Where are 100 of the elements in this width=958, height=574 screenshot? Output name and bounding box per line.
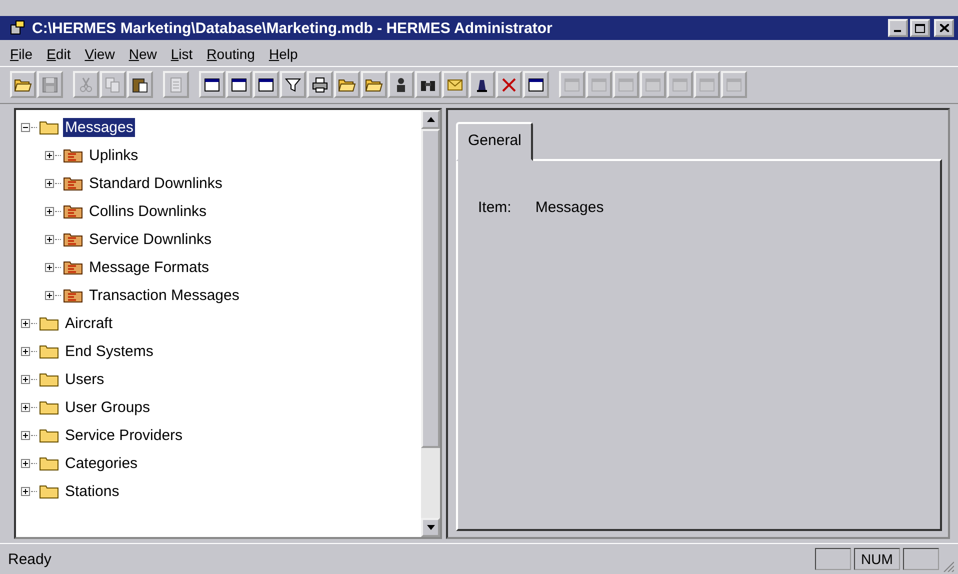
window-icon	[672, 76, 688, 92]
tree-item[interactable]: Service Downlinks	[87, 230, 214, 248]
expand-toggle[interactable]	[20, 402, 31, 412]
folder-icon	[14, 76, 32, 92]
status-indicator: NUM	[854, 548, 900, 570]
scroll-down-button[interactable]	[421, 518, 440, 537]
maximize-button[interactable]	[910, 19, 930, 37]
expand-toggle[interactable]	[20, 318, 31, 328]
resize-grip-icon	[942, 560, 954, 572]
window-icon	[645, 76, 661, 92]
folder-icon	[39, 455, 59, 471]
expand-toggle[interactable]	[44, 234, 55, 244]
copy-icon	[105, 76, 121, 92]
envelope-icon	[447, 78, 463, 92]
folder-icon	[39, 427, 59, 443]
expand-toggle[interactable]	[44, 206, 55, 216]
toolbar-button[interactable]	[226, 71, 252, 98]
toolbar-button[interactable]	[415, 71, 441, 98]
expand-toggle[interactable]	[44, 290, 55, 300]
toolbar-button[interactable]	[10, 71, 36, 98]
toolbar-button[interactable]	[280, 71, 306, 98]
folder-icon	[365, 76, 383, 92]
toolbar-button[interactable]	[334, 71, 360, 98]
window-icon	[258, 76, 274, 92]
field-value: Messages	[535, 199, 604, 216]
window-icon	[699, 76, 715, 92]
tree-item[interactable]: Users	[63, 370, 106, 388]
tab[interactable]: General	[456, 122, 534, 161]
down-arrow-icon	[426, 525, 434, 530]
document-folder-icon	[63, 259, 83, 275]
toolbar-button[interactable]	[361, 71, 387, 98]
document-folder-icon	[63, 203, 83, 219]
expand-toggle[interactable]	[20, 374, 31, 384]
tree-item[interactable]: Collins Downlinks	[87, 202, 209, 220]
menu-item[interactable]: New	[128, 46, 157, 62]
document-folder-icon	[63, 287, 83, 303]
tree-item[interactable]: End Systems	[63, 342, 156, 360]
scrollbar[interactable]	[421, 110, 440, 537]
expand-toggle[interactable]	[20, 122, 31, 132]
window-icon	[528, 76, 544, 92]
window-icon	[726, 76, 742, 92]
document-folder-icon	[63, 175, 83, 191]
window-icon	[204, 76, 220, 92]
expand-toggle[interactable]	[20, 346, 31, 356]
tree-item[interactable]: Service Providers	[63, 426, 185, 444]
cross-icon	[502, 78, 516, 92]
scroll-thumb[interactable]	[421, 129, 440, 448]
document-icon	[169, 76, 183, 92]
tree-item[interactable]: Aircraft	[63, 314, 115, 332]
menu-item[interactable]: File	[10, 46, 33, 62]
menu-item[interactable]: Routing	[206, 46, 255, 62]
expand-toggle[interactable]	[44, 150, 55, 160]
expand-toggle[interactable]	[20, 486, 31, 496]
window-icon	[231, 76, 247, 92]
tree-item[interactable]: Messages	[63, 118, 136, 136]
tree-item[interactable]: Uplinks	[87, 146, 140, 164]
maximize-icon	[915, 24, 925, 32]
app-icon	[10, 20, 26, 36]
funnel-icon	[285, 76, 301, 92]
close-icon	[940, 24, 948, 32]
folder-icon	[39, 483, 59, 499]
status-panel	[815, 548, 851, 570]
printer-icon	[312, 76, 328, 92]
scissors-icon	[79, 76, 93, 92]
document-folder-icon	[63, 231, 83, 247]
toolbar-button[interactable]	[469, 71, 495, 98]
tree-item[interactable]: Transaction Messages	[87, 286, 242, 304]
folder-icon	[39, 315, 59, 331]
folder-icon	[39, 119, 59, 135]
expand-toggle[interactable]	[44, 262, 55, 272]
toolbar-button[interactable]	[523, 71, 549, 98]
document-folder-icon	[63, 147, 83, 163]
toolbar-button[interactable]	[307, 71, 333, 98]
expand-toggle[interactable]	[20, 430, 31, 440]
close-button[interactable]	[934, 19, 954, 37]
folder-icon	[39, 343, 59, 359]
toolbar-button[interactable]	[127, 71, 153, 98]
tree-item[interactable]: User Groups	[63, 398, 152, 416]
expand-toggle[interactable]	[20, 458, 31, 468]
toolbar-button[interactable]	[253, 71, 279, 98]
expand-toggle[interactable]	[44, 178, 55, 188]
toolbar-button[interactable]	[199, 71, 225, 98]
tree-item[interactable]: Message Formats	[87, 258, 212, 276]
tree-item[interactable]: Standard Downlinks	[87, 174, 224, 192]
window-icon	[591, 76, 607, 92]
field-label: Item:	[478, 199, 512, 216]
tree-item[interactable]: Categories	[63, 454, 140, 472]
status-text: Ready	[8, 550, 52, 568]
person-icon	[394, 76, 408, 92]
toolbar-button[interactable]	[388, 71, 414, 98]
menu-item[interactable]: View	[84, 46, 115, 62]
menu-item[interactable]: List	[170, 46, 193, 62]
minimize-button[interactable]	[888, 19, 908, 37]
up-arrow-icon	[426, 117, 434, 122]
status-panel	[903, 548, 939, 570]
scroll-up-button[interactable]	[421, 110, 440, 129]
tree-item[interactable]: Stations	[63, 482, 122, 500]
menu-item[interactable]: Help	[268, 46, 298, 62]
window-icon	[564, 76, 580, 92]
menu-item[interactable]: Edit	[46, 46, 71, 62]
